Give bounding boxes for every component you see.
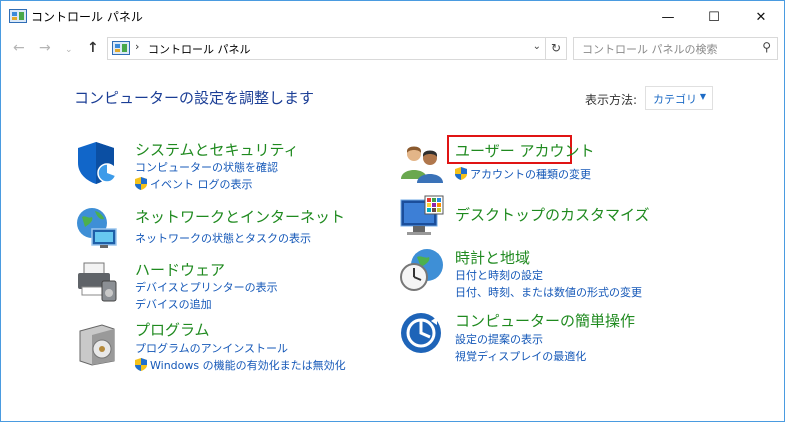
up-button[interactable]: ↑: [87, 40, 99, 56]
search-input[interactable]: コントロール パネルの検索 ⚲: [573, 37, 778, 60]
breadcrumb-control-panel[interactable]: コントロール パネル: [148, 41, 251, 57]
hardware-link[interactable]: ハードウェア: [135, 259, 225, 280]
address-bar[interactable]: › コントロール パネル ⌄: [107, 37, 546, 60]
user-accounts-icon[interactable]: [399, 139, 445, 185]
network-internet-link[interactable]: ネットワークとインターネット: [135, 206, 345, 227]
view-event-logs-row: イベント ログの表示: [135, 176, 253, 192]
windows-features-link[interactable]: Windows の機能の有効化または無効化: [150, 359, 346, 372]
uac-shield-icon: [135, 358, 147, 371]
change-account-type-row: アカウントの種類の変更: [455, 166, 591, 182]
network-status-link[interactable]: ネットワークの状態とタスクの表示: [135, 230, 311, 246]
set-date-time-link[interactable]: 日付と時刻の設定: [455, 267, 543, 283]
devices-printers-link[interactable]: デバイスとプリンターの表示: [135, 279, 278, 295]
title-bar[interactable]: コントロール パネル — ☐ ✕: [1, 1, 784, 33]
change-account-type-link[interactable]: アカウントの種類の変更: [470, 168, 591, 181]
control-panel-icon: [112, 41, 130, 55]
optimize-visual-display-link[interactable]: 視覚ディスプレイの最適化: [455, 348, 586, 364]
window-title: コントロール パネル: [31, 10, 143, 24]
user-accounts-link[interactable]: ユーザー アカウント: [455, 140, 594, 161]
back-button[interactable]: ←: [13, 40, 25, 56]
windows-features-row: Windows の機能の有効化または無効化: [135, 357, 346, 373]
close-button[interactable]: ✕: [738, 1, 784, 33]
refresh-button[interactable]: ↻: [545, 37, 567, 60]
desktop-customization-link[interactable]: デスクトップのカスタマイズ: [455, 204, 650, 225]
check-computer-status-link[interactable]: コンピューターの状態を確認: [135, 159, 278, 175]
network-globe-icon[interactable]: [74, 205, 120, 251]
add-device-link[interactable]: デバイスの追加: [135, 296, 212, 312]
search-placeholder: コントロール パネルの検索: [582, 43, 718, 56]
desktop-customization-icon[interactable]: [399, 194, 445, 240]
uac-shield-icon: [135, 177, 147, 190]
uninstall-program-link[interactable]: プログラムのアンインストール: [135, 340, 288, 356]
security-shield-icon[interactable]: [74, 139, 120, 185]
uac-shield-icon: [455, 167, 467, 180]
programs-link[interactable]: プログラム: [135, 319, 210, 340]
clock-region-link[interactable]: 時計と地域: [455, 247, 530, 268]
system-security-link[interactable]: システムとセキュリティ: [135, 139, 299, 160]
clock-region-icon[interactable]: [399, 247, 445, 293]
view-by-value[interactable]: カテゴリ: [653, 91, 697, 107]
view-by-dropdown[interactable]: カテゴリ ▼: [645, 86, 713, 110]
programs-box-icon[interactable]: [74, 321, 120, 367]
ease-of-access-icon[interactable]: [399, 311, 445, 357]
maximize-button[interactable]: ☐: [691, 1, 737, 33]
address-dropdown-button[interactable]: ⌄: [533, 41, 541, 52]
ease-of-access-link[interactable]: コンピューターの簡単操作: [455, 310, 635, 331]
suggested-settings-link[interactable]: 設定の提案の表示: [455, 331, 543, 347]
page-title: コンピューターの設定を調整します: [74, 89, 315, 107]
printer-device-icon[interactable]: [74, 259, 120, 305]
dropdown-arrow-icon[interactable]: ▼: [700, 92, 706, 101]
view-by-label: 表示方法:: [585, 93, 638, 107]
search-icon[interactable]: ⚲: [762, 40, 771, 54]
recent-locations-button[interactable]: ⌄: [65, 45, 73, 55]
change-formats-link[interactable]: 日付、時刻、または数値の形式の変更: [455, 284, 642, 300]
breadcrumb-separator[interactable]: ›: [135, 40, 139, 53]
view-event-logs-link[interactable]: イベント ログの表示: [150, 178, 253, 191]
forward-button[interactable]: →: [39, 40, 51, 56]
control-panel-icon: [9, 9, 27, 23]
control-panel-window: コントロール パネル — ☐ ✕ ← → ⌄ ↑ › コントロール パネル ⌄ …: [0, 0, 785, 422]
minimize-button[interactable]: —: [645, 1, 691, 33]
